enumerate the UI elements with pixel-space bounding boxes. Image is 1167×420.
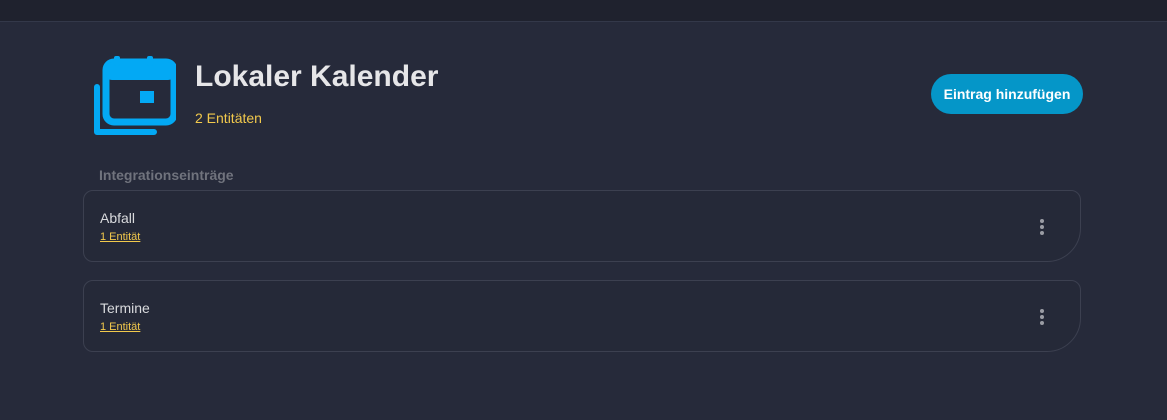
entry-name: Termine — [100, 300, 150, 316]
page-title: Lokaler Kalender — [195, 60, 439, 93]
integration-header: Lokaler Kalender 2 Entitäten Eintrag hin… — [92, 56, 1083, 136]
top-app-bar — [0, 0, 1167, 22]
calendar-icon — [94, 56, 176, 135]
entry-entities-link[interactable]: 1 Entität — [100, 231, 140, 243]
entry-name: Abfall — [100, 210, 136, 226]
more-vertical-icon[interactable] — [1030, 215, 1054, 239]
entry-entities-link[interactable]: 1 Entität — [100, 321, 140, 333]
section-label: Integrationseinträge — [99, 167, 234, 183]
entry-card-termine[interactable]: Termine 1 Entität — [83, 280, 1081, 352]
add-entry-button[interactable]: Eintrag hinzufügen — [931, 74, 1083, 114]
entity-count: 2 Entitäten — [195, 110, 262, 126]
more-vertical-icon[interactable] — [1030, 305, 1054, 329]
entry-card-abfall[interactable]: Abfall 1 Entität — [83, 190, 1081, 262]
